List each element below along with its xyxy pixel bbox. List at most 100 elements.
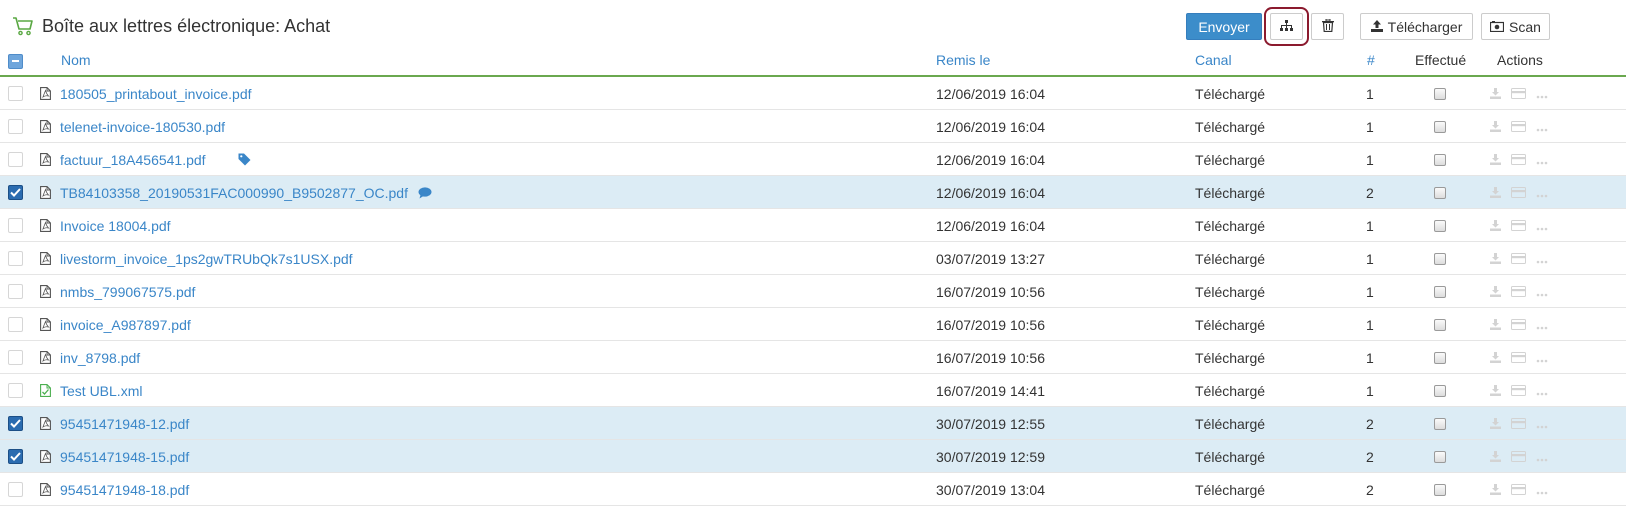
download-icon[interactable] (1490, 350, 1501, 366)
comment-icon[interactable] (418, 186, 432, 199)
file-name-link[interactable]: Invoice 18004.pdf (60, 218, 171, 234)
file-name-link[interactable]: TB84103358_20190531FAC000990_B9502877_OC… (60, 185, 408, 201)
more-icon[interactable] (1536, 152, 1548, 168)
row-checkbox[interactable] (8, 251, 23, 266)
download-icon[interactable] (1490, 185, 1501, 201)
row-checkbox[interactable] (8, 317, 23, 332)
card-icon[interactable] (1511, 152, 1526, 168)
card-icon[interactable] (1511, 317, 1526, 333)
tag-icon[interactable] (238, 153, 251, 166)
download-icon[interactable] (1490, 383, 1501, 399)
row-checkbox[interactable] (8, 449, 23, 464)
table-row[interactable]: 95451471948-18.pdf 30/07/2019 13:04 Téléch… (0, 473, 1626, 506)
download-icon[interactable] (1490, 119, 1501, 135)
download-icon[interactable] (1490, 86, 1501, 102)
done-checkbox[interactable] (1434, 318, 1446, 331)
row-checkbox[interactable] (8, 185, 23, 200)
row-checkbox[interactable] (8, 350, 23, 365)
more-icon[interactable] (1536, 251, 1548, 267)
done-checkbox[interactable] (1434, 285, 1446, 298)
file-name-link[interactable]: nmbs_799067575.pdf (60, 284, 195, 300)
more-icon[interactable] (1536, 350, 1548, 366)
table-row[interactable]: Invoice 18004.pdf 12/06/2019 16:04 Télécha… (0, 209, 1626, 242)
table-row[interactable]: Test UBL.xml 16/07/2019 14:41 Téléchargé 1 (0, 374, 1626, 407)
row-checkbox[interactable] (8, 86, 23, 101)
file-name-link[interactable]: 180505_printabout_invoice.pdf (60, 86, 252, 102)
card-icon[interactable] (1511, 185, 1526, 201)
more-icon[interactable] (1536, 383, 1548, 399)
file-name-link[interactable]: livestorm_invoice_1ps2gwTRUbQk7s1USX.pdf (60, 251, 353, 267)
done-checkbox[interactable] (1434, 384, 1446, 397)
card-icon[interactable] (1511, 482, 1526, 498)
done-checkbox[interactable] (1434, 417, 1446, 430)
card-icon[interactable] (1511, 284, 1526, 300)
more-icon[interactable] (1536, 185, 1548, 201)
row-checkbox[interactable] (8, 482, 23, 497)
more-icon[interactable] (1536, 119, 1548, 135)
card-icon[interactable] (1511, 350, 1526, 366)
download-icon[interactable] (1490, 218, 1501, 234)
done-checkbox[interactable] (1434, 153, 1446, 166)
upload-button[interactable]: Télécharger (1360, 13, 1473, 40)
card-icon[interactable] (1511, 383, 1526, 399)
file-name-link[interactable]: 95451471948-18.pdf (60, 482, 189, 498)
done-checkbox[interactable] (1434, 450, 1446, 463)
done-checkbox[interactable] (1434, 483, 1446, 496)
row-checkbox[interactable] (8, 119, 23, 134)
table-row[interactable]: 95451471948-15.pdf 30/07/2019 12:59 Téléch… (0, 440, 1626, 473)
more-icon[interactable] (1536, 284, 1548, 300)
table-row[interactable]: TB84103358_20190531FAC000990_B9502877_OC… (0, 176, 1626, 209)
card-icon[interactable] (1511, 251, 1526, 267)
table-row[interactable]: inv_8798.pdf 16/07/2019 10:56 Téléchargé 1 (0, 341, 1626, 374)
send-button[interactable]: Envoyer (1186, 13, 1262, 40)
download-icon[interactable] (1490, 482, 1501, 498)
row-checkbox[interactable] (8, 284, 23, 299)
file-name-link[interactable]: factuur_18A456541.pdf (60, 152, 206, 168)
card-icon[interactable] (1511, 119, 1526, 135)
download-icon[interactable] (1490, 152, 1501, 168)
table-row[interactable]: nmbs_799067575.pdf 16/07/2019 10:56 Téléch… (0, 275, 1626, 308)
file-name-link[interactable]: inv_8798.pdf (60, 350, 140, 366)
card-icon[interactable] (1511, 86, 1526, 102)
column-channel[interactable]: Canal (1195, 52, 1232, 68)
table-row[interactable]: factuur_18A456541.pdf 12/06/2019 16:04 Tél… (0, 143, 1626, 176)
table-row[interactable]: 95451471948-12.pdf 30/07/2019 12:55 Téléch… (0, 407, 1626, 440)
download-icon[interactable] (1490, 416, 1501, 432)
table-row[interactable]: 180505_printabout_invoice.pdf 12/06/2019 … (0, 77, 1626, 110)
column-name[interactable]: Nom (61, 52, 91, 68)
column-count[interactable]: # (1367, 52, 1375, 68)
table-row[interactable]: invoice_A987897.pdf 16/07/2019 10:56 Téléc… (0, 308, 1626, 341)
file-name-link[interactable]: invoice_A987897.pdf (60, 317, 191, 333)
done-checkbox[interactable] (1434, 87, 1446, 100)
select-all-checkbox[interactable] (8, 53, 23, 69)
more-icon[interactable] (1536, 218, 1548, 234)
done-checkbox[interactable] (1434, 219, 1446, 232)
column-submitted[interactable]: Remis le (936, 52, 990, 68)
done-checkbox[interactable] (1434, 351, 1446, 364)
file-name-link[interactable]: 95451471948-12.pdf (60, 416, 189, 432)
table-row[interactable]: livestorm_invoice_1ps2gwTRUbQk7s1USX.pdf… (0, 242, 1626, 275)
download-icon[interactable] (1490, 284, 1501, 300)
more-icon[interactable] (1536, 416, 1548, 432)
card-icon[interactable] (1511, 449, 1526, 465)
download-icon[interactable] (1490, 317, 1501, 333)
row-checkbox[interactable] (8, 218, 23, 233)
card-icon[interactable] (1511, 416, 1526, 432)
delete-button[interactable] (1311, 13, 1344, 40)
download-icon[interactable] (1490, 449, 1501, 465)
more-icon[interactable] (1536, 317, 1548, 333)
more-icon[interactable] (1536, 86, 1548, 102)
file-name-link[interactable]: Test UBL.xml (60, 383, 142, 399)
card-icon[interactable] (1511, 218, 1526, 234)
hierarchy-button[interactable] (1264, 7, 1309, 46)
more-icon[interactable] (1536, 482, 1548, 498)
done-checkbox[interactable] (1434, 120, 1446, 133)
more-icon[interactable] (1536, 449, 1548, 465)
file-name-link[interactable]: 95451471948-15.pdf (60, 449, 189, 465)
download-icon[interactable] (1490, 251, 1501, 267)
scan-button[interactable]: Scan (1481, 13, 1550, 40)
table-row[interactable]: telenet-invoice-180530.pdf 12/06/2019 16:… (0, 110, 1626, 143)
row-checkbox[interactable] (8, 416, 23, 431)
done-checkbox[interactable] (1434, 252, 1446, 265)
row-checkbox[interactable] (8, 152, 23, 167)
